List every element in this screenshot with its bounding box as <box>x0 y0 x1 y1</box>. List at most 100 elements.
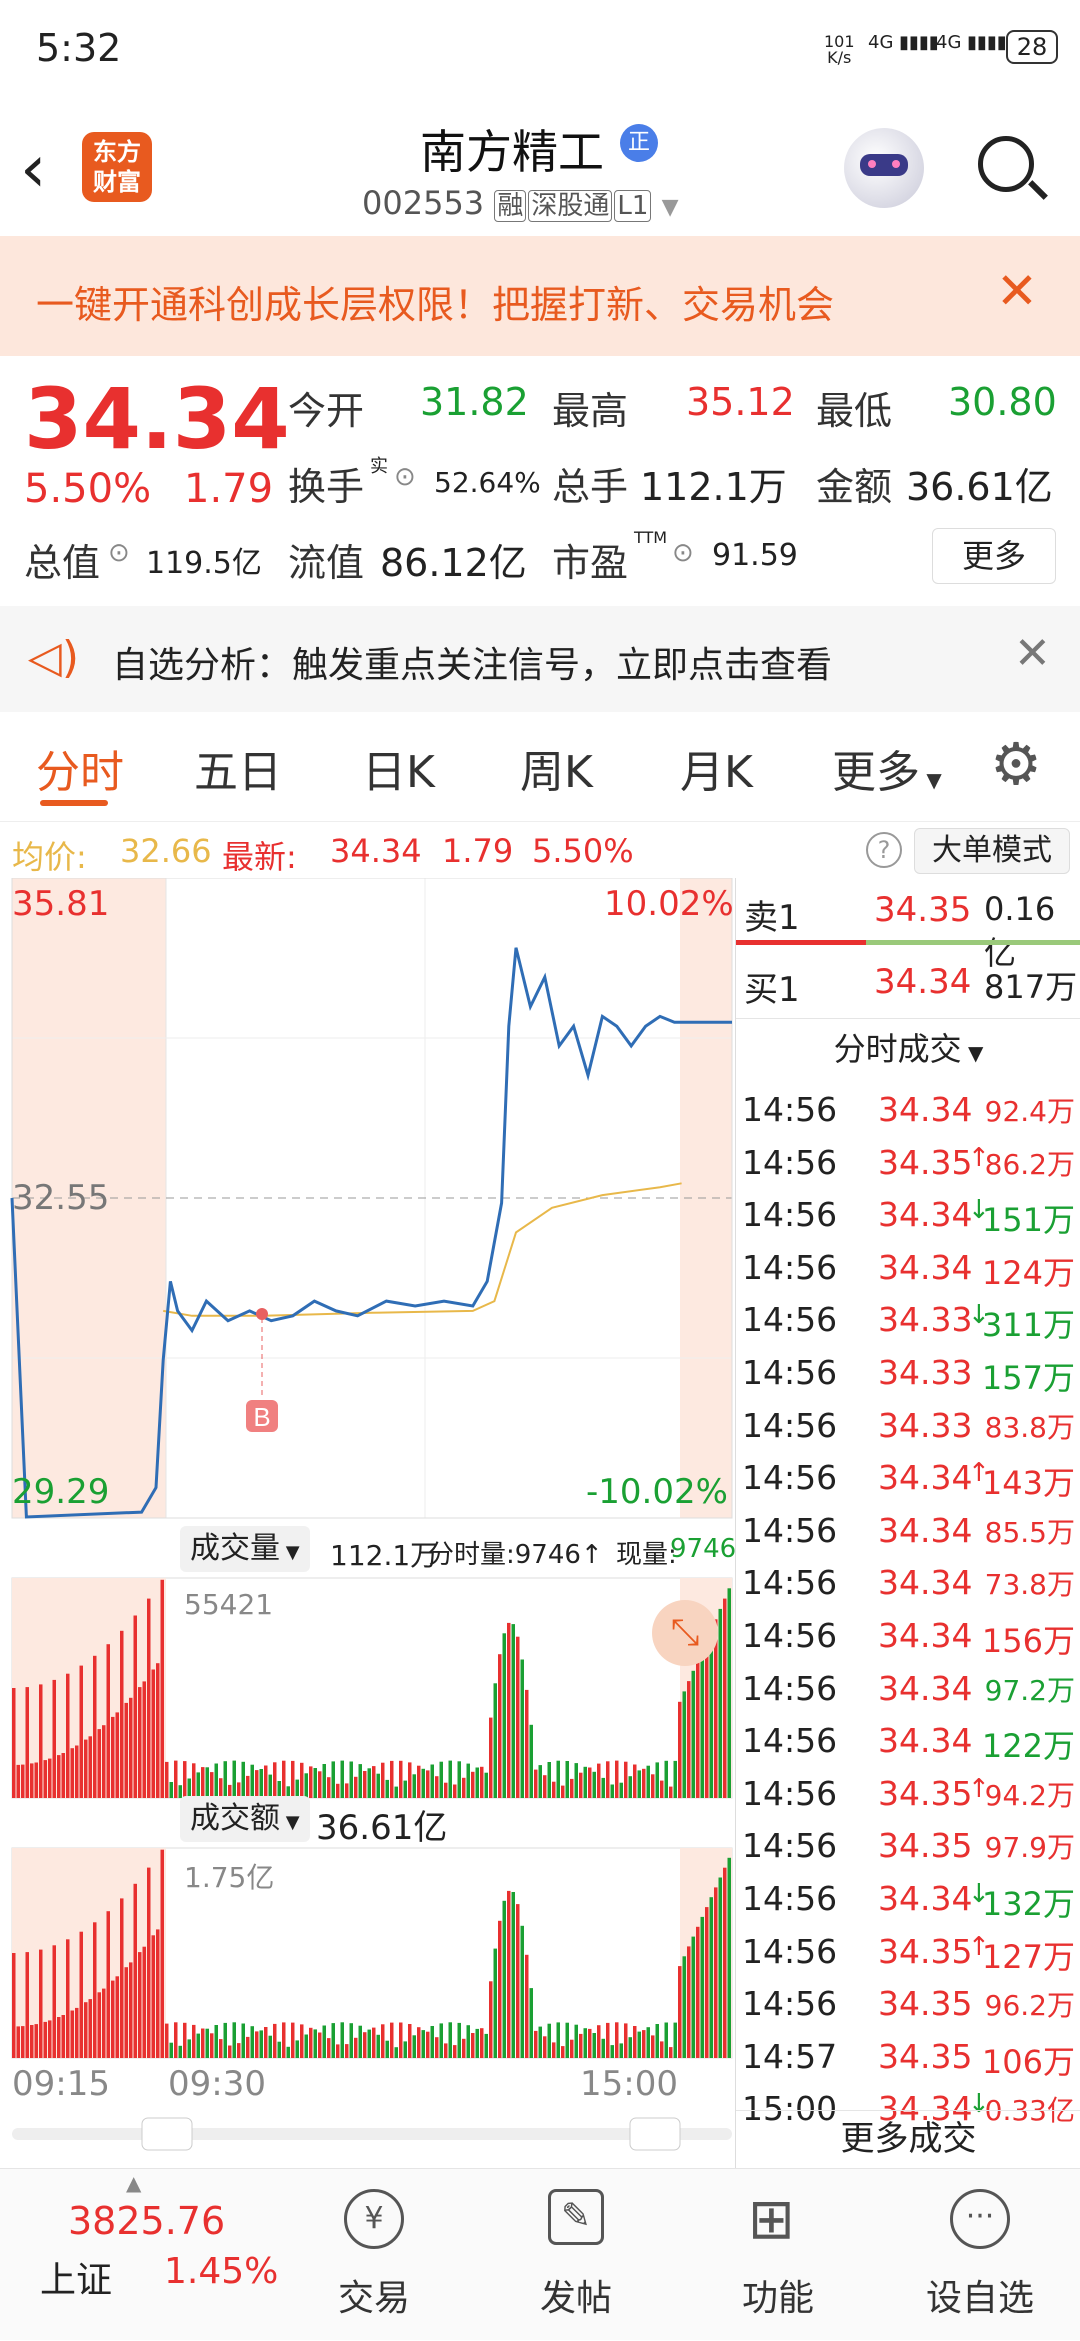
tab-daily-k[interactable]: 日K <box>362 736 435 800</box>
volume-bar <box>412 2035 416 2058</box>
volume-bar <box>120 1630 124 1798</box>
trade-volume: 73.8万 <box>984 1568 1075 1602</box>
volume-bar <box>30 1763 34 1798</box>
tab-5day[interactable]: 五日 <box>194 736 282 800</box>
trade-row: 14:56 34.34 92.4万 <box>736 1084 1080 1136</box>
last-label: 最新: <box>222 838 297 876</box>
volume-bar <box>133 1883 137 2058</box>
volume-bar <box>714 1887 718 2058</box>
info-icon[interactable]: ⊙ <box>672 538 694 568</box>
volume-bar <box>345 1783 349 1798</box>
search-icon[interactable] <box>978 136 1048 200</box>
volume-bar <box>354 2037 358 2058</box>
expand-icon[interactable]: ⤡ <box>652 1600 718 1666</box>
volume-bar <box>448 1760 452 1798</box>
volume-bar <box>673 2022 677 2058</box>
trade-price: 34.34 <box>878 1879 973 1918</box>
volume-bar <box>34 1762 38 1798</box>
volume-bar <box>300 2024 304 2058</box>
info-icon[interactable]: ⊙ <box>394 462 416 492</box>
verified-badge: 正 <box>620 124 658 162</box>
more-button[interactable]: 更多 <box>932 528 1056 584</box>
more-trades-button[interactable]: 更多成交 <box>736 2110 1080 2168</box>
volume-bar <box>327 2038 331 2058</box>
volume-now-label: 现量: <box>616 1540 677 1570</box>
nav-add-watchlist[interactable]: ··· 设自选 <box>880 2169 1080 2341</box>
tab-more[interactable]: 更多 ▼ <box>832 736 942 800</box>
back-arrow-icon[interactable]: ‹ <box>20 130 46 207</box>
info-icon[interactable]: ⊙ <box>108 538 130 568</box>
volume-selector[interactable]: 成交量 ▼ <box>180 1526 310 1572</box>
volume-bar <box>151 1669 155 1798</box>
volume-bar <box>93 1655 97 1798</box>
close-icon[interactable]: ✕ <box>1014 628 1051 679</box>
volume-bar <box>39 1684 43 1798</box>
volume-bar <box>516 1636 520 1798</box>
trade-volume: 311万 <box>981 1306 1075 1345</box>
volume-bar <box>322 1764 326 1798</box>
promo-banner[interactable]: 一键开通科创成长层权限！把握打新、交易机会 ✕ <box>0 236 1080 356</box>
gear-icon[interactable]: ⚙ <box>990 730 1042 798</box>
volume-bar <box>25 1952 29 2058</box>
nav-functions[interactable]: ⊞ 功能 <box>678 2169 878 2341</box>
amount-selector[interactable]: 成交额 ▼ <box>180 1796 310 1842</box>
volume-bar <box>381 1762 385 1798</box>
intraday-chart[interactable]: B 35.81 32.55 29.29 10.02% -10.02% 成交量 ▼… <box>0 878 736 2168</box>
volume-bar <box>529 1724 533 1798</box>
nav-trade[interactable]: ¥ 交易 <box>274 2169 474 2341</box>
trade-volume: 124万 <box>981 1253 1075 1292</box>
volume-bar <box>259 1769 263 1798</box>
volume-bar <box>520 1925 524 2058</box>
volume-bar <box>142 1946 146 2058</box>
tab-monthly-k[interactable]: 月K <box>680 736 753 800</box>
sell1-label: 卖1 <box>744 898 800 938</box>
volume-bar <box>210 1772 214 1798</box>
y-max-label: 35.81 <box>12 884 110 924</box>
high-value: 35.12 <box>686 380 795 424</box>
volume-bar <box>700 1650 704 1798</box>
volume-bar <box>192 2024 196 2058</box>
volume-bar <box>174 1760 178 1798</box>
volume-bar <box>723 1867 727 2058</box>
volume-bar <box>291 2022 295 2058</box>
y-min-label: 29.29 <box>12 1472 110 1512</box>
volume-bar <box>547 2023 551 2058</box>
close-icon[interactable]: ✕ <box>996 262 1038 320</box>
trade-row: 14:56 34.34 ↓ 132万 <box>736 1873 1080 1925</box>
big-order-mode-button[interactable]: 大单模式 <box>914 828 1070 874</box>
volume-bar <box>633 1764 637 1798</box>
volume-bar <box>682 1956 686 2058</box>
tab-intraday[interactable]: 分时 <box>36 736 124 800</box>
volume-bar <box>642 2030 646 2058</box>
volume-bar <box>75 1745 79 1798</box>
volume-bar <box>97 1729 101 1798</box>
robot-assistant-icon[interactable] <box>844 128 924 208</box>
volume-bar <box>489 1981 493 2058</box>
volume-bar <box>624 1761 628 1798</box>
nav-trade-label: 交易 <box>337 2278 410 2319</box>
analysis-alert[interactable]: ◁) 自选分析：触发重点关注信号，立即点击查看 ✕ <box>0 606 1080 712</box>
trade-list-title[interactable]: 分时成交 ▼ <box>736 1024 1080 1080</box>
volume-bar <box>534 2030 538 2058</box>
help-icon[interactable]: ? <box>866 832 902 868</box>
stock-code-row[interactable]: 002553 融深股通 L1 ▼ <box>362 184 678 222</box>
amount-max-label: 1.75亿 <box>184 1861 275 1894</box>
volume-bar <box>372 2027 376 2058</box>
volume-bar <box>502 1900 506 2058</box>
trade-time: 14:56 <box>742 1879 838 1918</box>
volume-bar <box>588 1767 592 1798</box>
volume-bar <box>250 1764 254 1798</box>
volume-bar <box>615 2022 619 2058</box>
volume-bar <box>133 1615 137 1798</box>
tab-weekly-k[interactable]: 周K <box>520 736 593 800</box>
y-mid-label: 32.55 <box>12 1178 110 1218</box>
volume-bar <box>165 1761 169 1798</box>
volume-bar <box>466 1763 470 1798</box>
index-ticker[interactable]: ▲ 3825.76 上证 1.45% <box>0 2169 280 2341</box>
volume-bar <box>363 2032 367 2058</box>
amount-label: 金额 <box>816 465 893 509</box>
nav-post[interactable]: ✎ 发帖 <box>476 2169 676 2341</box>
app-logo[interactable]: 东方 财富 <box>82 132 152 202</box>
active-tab-indicator <box>40 800 108 806</box>
volume-bar <box>43 2021 47 2058</box>
